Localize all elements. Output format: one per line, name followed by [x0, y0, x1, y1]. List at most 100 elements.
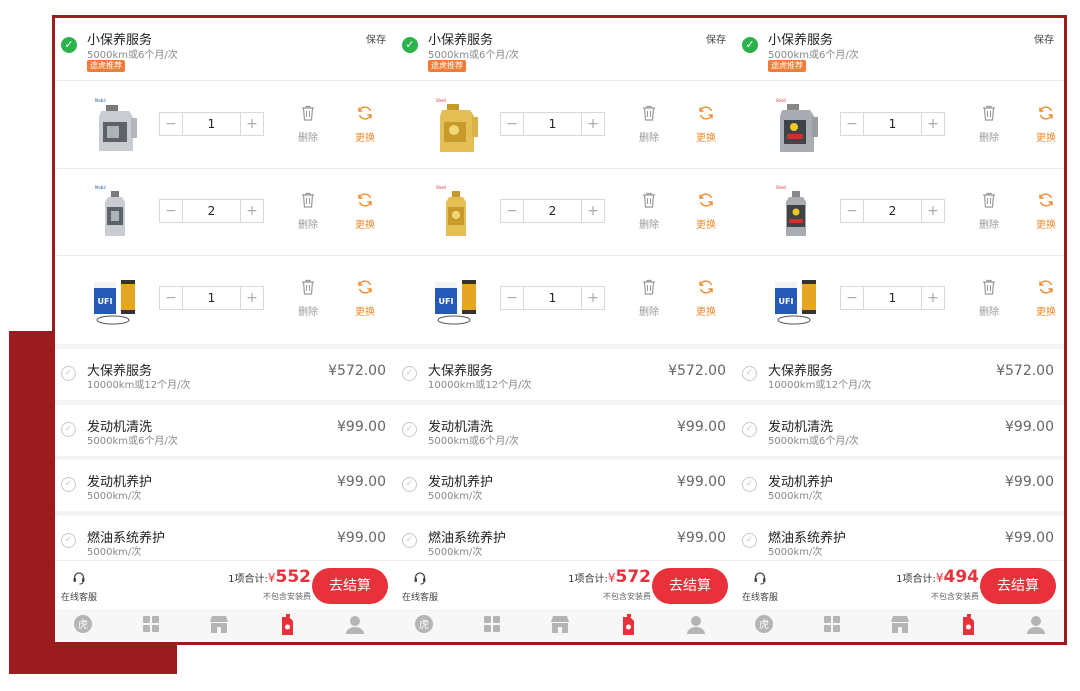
tab-maintenance[interactable]	[606, 614, 650, 640]
unchecked-icon[interactable]: ✓	[61, 477, 76, 492]
decrease-button[interactable]: −	[841, 113, 863, 135]
delete-button[interactable]: 删除	[293, 191, 323, 231]
increase-button[interactable]: +	[241, 113, 263, 135]
checkout-button[interactable]: 去结算	[312, 568, 388, 604]
quantity-value[interactable]: 2	[182, 200, 241, 222]
service-row[interactable]: ✓ 发动机养护 5000km/次 ¥99.00	[736, 460, 1064, 511]
quantity-value[interactable]: 1	[863, 113, 922, 135]
service-row[interactable]: ✓ 发动机清洗 5000km或6个月/次 ¥99.00	[736, 405, 1064, 456]
unchecked-icon[interactable]: ✓	[61, 422, 76, 437]
oil-filter-icon[interactable]: UFI	[432, 270, 484, 328]
oil-filter-icon[interactable]: UFI	[772, 270, 824, 328]
service-row[interactable]: ✓ 发动机清洗 5000km或6个月/次 ¥99.00	[396, 405, 736, 456]
replace-button[interactable]: 更换	[350, 191, 380, 231]
tab-profile[interactable]	[333, 614, 377, 638]
increase-button[interactable]: +	[582, 287, 604, 309]
service-row[interactable]: ✓ 大保养服务 10000km或12个月/次 ¥572.00	[396, 349, 736, 400]
customer-service-button[interactable]: 在线客服	[738, 570, 782, 603]
tab-profile[interactable]	[674, 614, 718, 638]
save-button[interactable]: 保存	[1034, 31, 1054, 46]
unchecked-icon[interactable]: ✓	[742, 366, 757, 381]
replace-button[interactable]: 更换	[350, 278, 380, 318]
quantity-value[interactable]: 1	[523, 287, 582, 309]
checked-icon[interactable]: ✓	[742, 37, 758, 53]
decrease-button[interactable]: −	[841, 287, 863, 309]
selected-service-header[interactable]: ✓ 小保养服务 5000km或6个月/次 途虎推荐 保存	[55, 18, 396, 81]
delete-button[interactable]: 删除	[293, 104, 323, 144]
unchecked-icon[interactable]: ✓	[61, 533, 76, 548]
increase-button[interactable]: +	[241, 200, 263, 222]
delete-button[interactable]: 删除	[974, 104, 1004, 144]
oil-bottle-gold-icon[interactable]: Shell	[432, 96, 484, 154]
replace-button[interactable]: 更换	[691, 191, 721, 231]
delete-button[interactable]: 删除	[293, 278, 323, 318]
unchecked-icon[interactable]: ✓	[742, 533, 757, 548]
delete-button[interactable]: 删除	[974, 191, 1004, 231]
tab-store[interactable]	[538, 614, 582, 638]
delete-button[interactable]: 删除	[634, 104, 664, 144]
replace-button[interactable]: 更换	[1031, 191, 1061, 231]
decrease-button[interactable]: −	[160, 113, 182, 135]
decrease-button[interactable]: −	[501, 200, 523, 222]
quantity-value[interactable]: 1	[182, 113, 241, 135]
tab-store[interactable]	[197, 614, 241, 638]
decrease-button[interactable]: −	[841, 200, 863, 222]
replace-button[interactable]: 更换	[691, 104, 721, 144]
service-row[interactable]: ✓ 大保养服务 10000km或12个月/次 ¥572.00	[736, 349, 1064, 400]
decrease-button[interactable]: −	[501, 287, 523, 309]
quantity-value[interactable]: 1	[863, 287, 922, 309]
replace-button[interactable]: 更换	[1031, 104, 1061, 144]
quantity-value[interactable]: 2	[863, 200, 922, 222]
decrease-button[interactable]: −	[160, 200, 182, 222]
tab-profile[interactable]	[1014, 614, 1058, 638]
increase-button[interactable]: +	[922, 287, 944, 309]
tab-home[interactable]: 虎	[742, 614, 786, 638]
checked-icon[interactable]: ✓	[61, 37, 77, 53]
increase-button[interactable]: +	[582, 200, 604, 222]
unchecked-icon[interactable]: ✓	[742, 477, 757, 492]
decrease-button[interactable]: −	[501, 113, 523, 135]
checkout-button[interactable]: 去结算	[652, 568, 728, 604]
unchecked-icon[interactable]: ✓	[402, 533, 417, 548]
service-row[interactable]: ✓ 发动机清洗 5000km或6个月/次 ¥99.00	[55, 405, 396, 456]
increase-button[interactable]: +	[241, 287, 263, 309]
save-button[interactable]: 保存	[706, 31, 726, 46]
replace-button[interactable]: 更换	[691, 278, 721, 318]
tab-category[interactable]	[470, 614, 514, 638]
oil-bottle-silver-icon[interactable]: Mobil	[91, 96, 143, 154]
oil-filter-icon[interactable]: UFI	[91, 270, 143, 328]
increase-button[interactable]: +	[922, 113, 944, 135]
tab-home[interactable]: 虎	[61, 614, 105, 638]
oil-bottle-small-gold-icon[interactable]: Shell	[432, 183, 484, 241]
checked-icon[interactable]: ✓	[402, 37, 418, 53]
service-row[interactable]: ✓ 燃油系统养护 5000km/次 ¥99.00	[736, 516, 1064, 560]
checkout-button[interactable]: 去结算	[980, 568, 1056, 604]
replace-button[interactable]: 更换	[1031, 278, 1061, 318]
service-row[interactable]: ✓ 燃油系统养护 5000km/次 ¥99.00	[55, 516, 396, 560]
unchecked-icon[interactable]: ✓	[742, 422, 757, 437]
oil-bottle-small-silver-icon[interactable]: Mobil	[91, 183, 143, 241]
service-row[interactable]: ✓ 燃油系统养护 5000km/次 ¥99.00	[396, 516, 736, 560]
oil-bottle-small-grey-icon[interactable]: Shell	[772, 183, 824, 241]
increase-button[interactable]: +	[922, 200, 944, 222]
selected-service-header[interactable]: ✓ 小保养服务 5000km或6个月/次 途虎推荐 保存	[396, 18, 736, 81]
service-row[interactable]: ✓ 发动机养护 5000km/次 ¥99.00	[396, 460, 736, 511]
customer-service-button[interactable]: 在线客服	[57, 570, 101, 603]
delete-button[interactable]: 删除	[974, 278, 1004, 318]
tab-category[interactable]	[129, 614, 173, 638]
delete-button[interactable]: 删除	[634, 191, 664, 231]
increase-button[interactable]: +	[582, 113, 604, 135]
tab-home[interactable]: 虎	[402, 614, 446, 638]
unchecked-icon[interactable]: ✓	[61, 366, 76, 381]
customer-service-button[interactable]: 在线客服	[398, 570, 442, 603]
selected-service-header[interactable]: ✓ 小保养服务 5000km或6个月/次 途虎推荐 保存	[736, 18, 1064, 81]
unchecked-icon[interactable]: ✓	[402, 422, 417, 437]
unchecked-icon[interactable]: ✓	[402, 366, 417, 381]
quantity-value[interactable]: 2	[523, 200, 582, 222]
tab-category[interactable]	[810, 614, 854, 638]
decrease-button[interactable]: −	[160, 287, 182, 309]
tab-maintenance[interactable]	[265, 614, 309, 640]
unchecked-icon[interactable]: ✓	[402, 477, 417, 492]
save-button[interactable]: 保存	[366, 31, 386, 46]
service-row[interactable]: ✓ 发动机养护 5000km/次 ¥99.00	[55, 460, 396, 511]
